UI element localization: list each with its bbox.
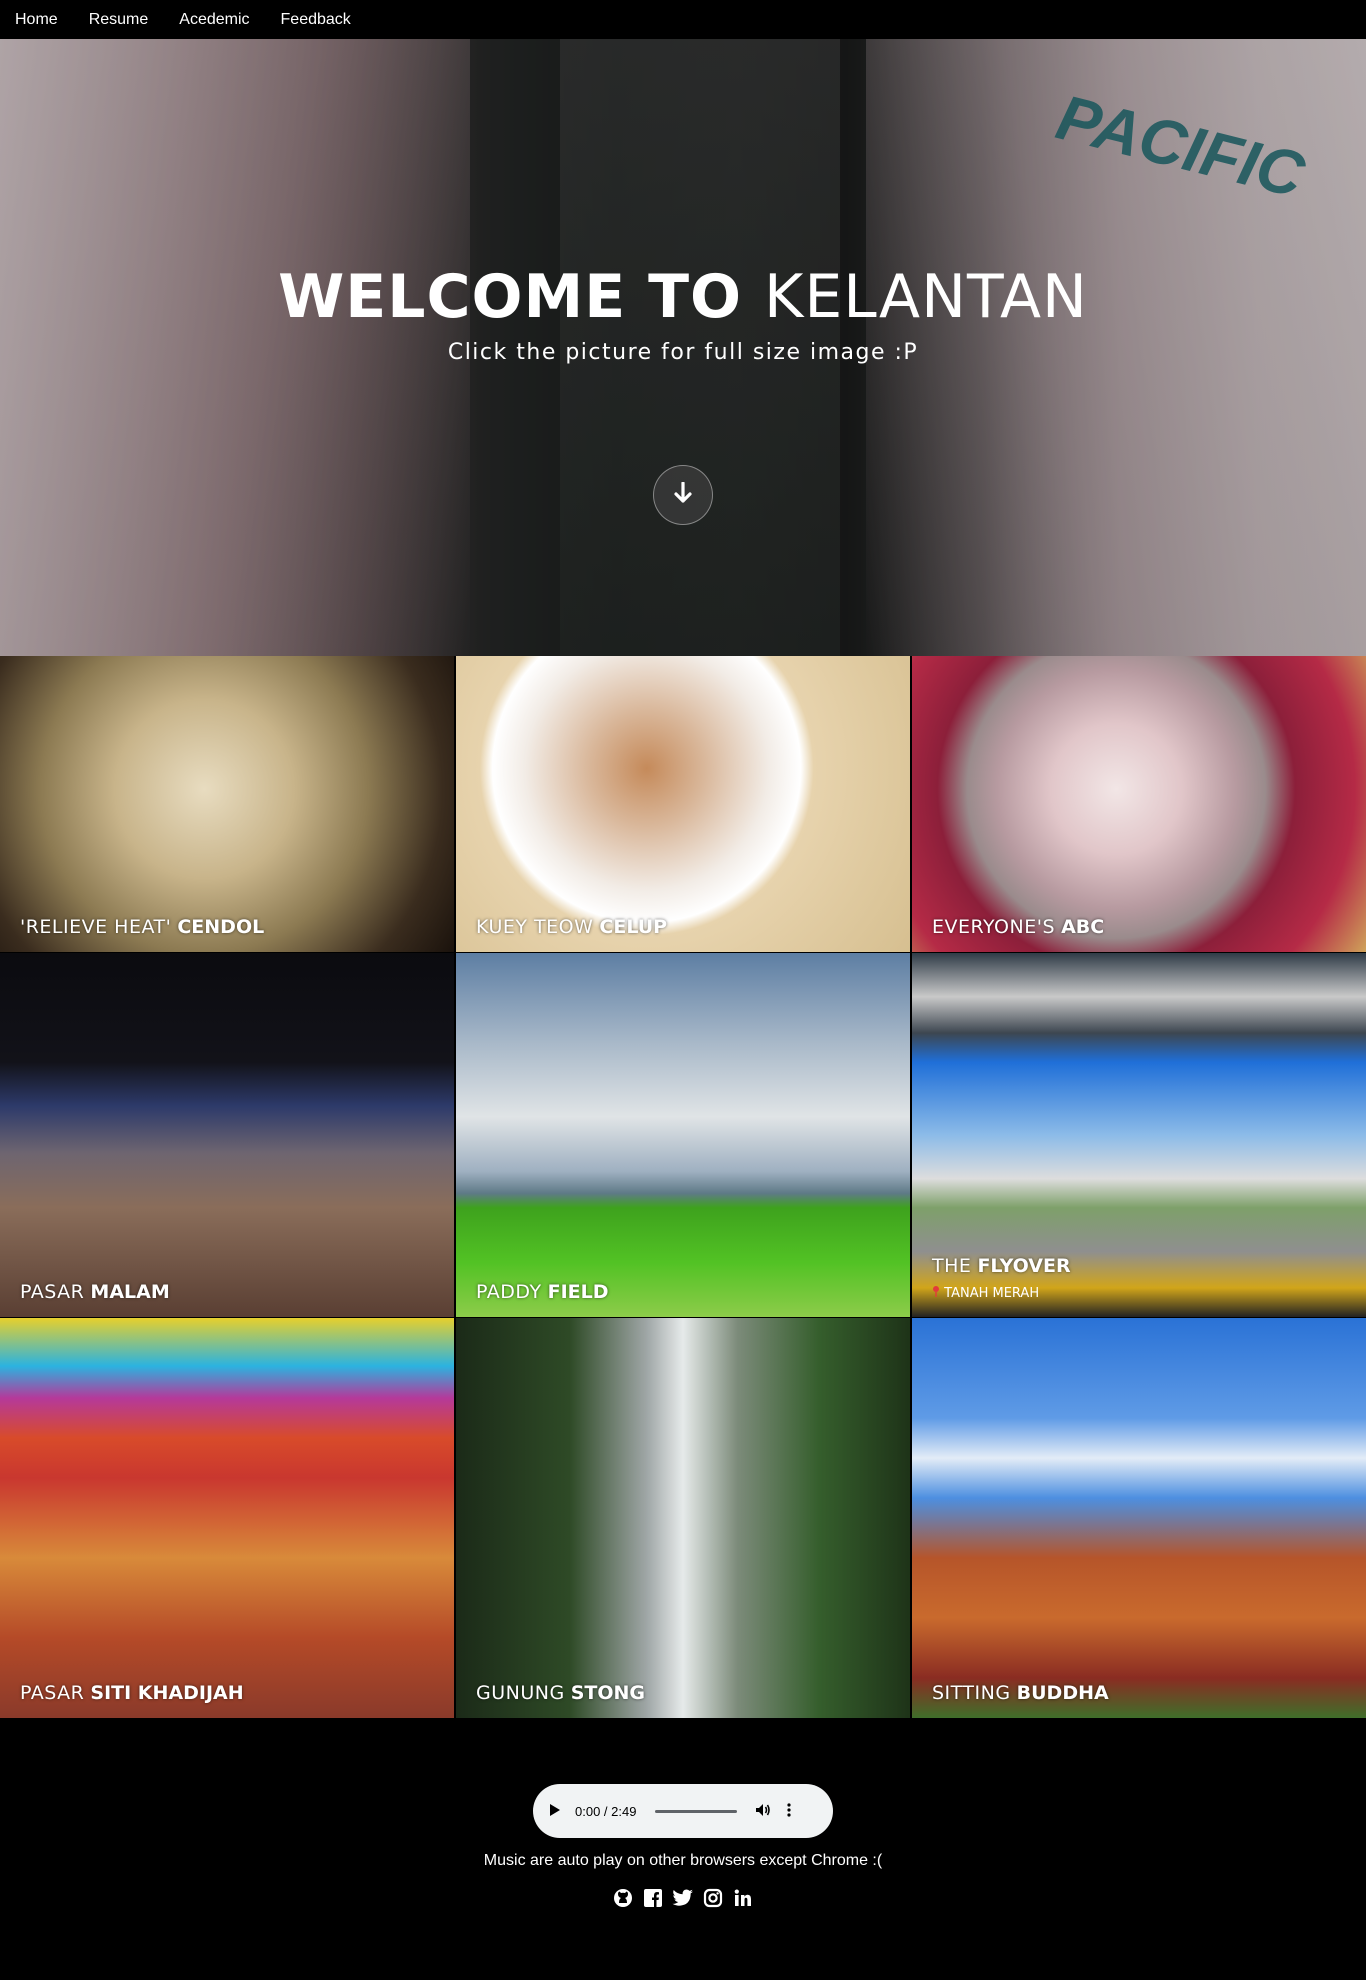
- volume-icon[interactable]: [755, 1803, 771, 1820]
- tile-caption: KUEY TEOW CELUP: [476, 916, 667, 938]
- tile-caption: THE FLYOVER: [932, 1255, 1071, 1277]
- audio-progress-track[interactable]: [655, 1809, 737, 1813]
- caption-light: PASAR: [20, 1281, 85, 1303]
- caption-light: EVERYONE'S: [932, 916, 1056, 938]
- gallery-tile-abc[interactable]: EVERYONE'S ABC: [912, 656, 1366, 952]
- gallery-tile-pasar-malam[interactable]: PASAR MALAM: [0, 953, 454, 1317]
- tile-caption: 'RELIEVE HEAT' CENDOL: [20, 916, 264, 938]
- location-label: TANAH MERAH: [944, 1286, 1040, 1301]
- page-footer: 0:00 / 2:49 Music are auto play on other…: [0, 1718, 1366, 1980]
- caption-strong: ABC: [1061, 916, 1105, 938]
- more-options-icon[interactable]: [787, 1802, 791, 1820]
- instagram-icon[interactable]: [701, 1886, 725, 1910]
- tile-caption: SITTING BUDDHA: [932, 1682, 1109, 1704]
- top-nav: Home Resume Acedemic Feedback: [0, 0, 1366, 39]
- caption-strong: BUDDHA: [1016, 1682, 1109, 1704]
- play-icon[interactable]: [549, 1803, 561, 1820]
- gallery-tile-kuey-teow[interactable]: KUEY TEOW CELUP: [456, 656, 910, 952]
- caption-light: THE: [932, 1255, 972, 1277]
- hero-title-thin: KELANTAN: [763, 262, 1088, 332]
- github-icon[interactable]: [611, 1886, 635, 1910]
- scroll-down-button[interactable]: [653, 465, 713, 525]
- caption-strong: STONG: [570, 1682, 646, 1704]
- caption-strong: CELUP: [599, 916, 668, 938]
- caption-strong: MALAM: [90, 1281, 170, 1303]
- tile-caption: PASAR MALAM: [20, 1281, 170, 1303]
- hero-title: WELCOME TO KELANTAN: [0, 262, 1366, 332]
- tile-caption: PASAR SITI KHADIJAH: [20, 1682, 244, 1704]
- audio-time: 0:00 / 2:49: [575, 1803, 637, 1819]
- caption-light: GUNUNG: [476, 1682, 565, 1704]
- facebook-icon[interactable]: [641, 1886, 665, 1910]
- nav-feedback-link[interactable]: Feedback: [281, 11, 351, 29]
- audio-player[interactable]: 0:00 / 2:49: [533, 1784, 833, 1838]
- arrow-down-icon: [674, 481, 692, 508]
- hero-title-bold: WELCOME TO: [278, 262, 743, 332]
- gallery-tile-sitting-buddha[interactable]: SITTING BUDDHA: [912, 1318, 1366, 1718]
- nav-academic-link[interactable]: Acedemic: [179, 11, 249, 29]
- caption-light: PASAR: [20, 1682, 85, 1704]
- caption-strong: CENDOL: [177, 916, 265, 938]
- tile-caption: EVERYONE'S ABC: [932, 916, 1104, 938]
- caption-light: PADDY: [476, 1281, 542, 1303]
- caption-light: 'RELIEVE HEAT': [20, 916, 172, 938]
- caption-strong: SITI KHADIJAH: [90, 1682, 244, 1704]
- map-pin-icon: [932, 1286, 940, 1301]
- gallery-tile-cendol[interactable]: 'RELIEVE HEAT' CENDOL: [0, 656, 454, 952]
- linkedin-icon[interactable]: [731, 1886, 755, 1910]
- social-links: [0, 1886, 1366, 1910]
- caption-strong: FIELD: [547, 1281, 609, 1303]
- tile-caption: GUNUNG STONG: [476, 1682, 645, 1704]
- twitter-icon[interactable]: [671, 1886, 695, 1910]
- gallery-tile-siti-khadijah[interactable]: PASAR SITI KHADIJAH: [0, 1318, 454, 1718]
- gallery-tile-flyover[interactable]: THE FLYOVER TANAH MERAH: [912, 953, 1366, 1317]
- hero-banner[interactable]: PACIFIC WELCOME TO KELANTAN Click the pi…: [0, 39, 1366, 656]
- caption-light: KUEY TEOW: [476, 916, 594, 938]
- caption-light: SITTING: [932, 1682, 1011, 1704]
- caption-strong: FLYOVER: [977, 1255, 1071, 1277]
- hero-subtitle: Click the picture for full size image :P: [447, 340, 919, 365]
- nav-resume-link[interactable]: Resume: [89, 11, 149, 29]
- gallery-tile-gunung-stong[interactable]: GUNUNG STONG: [456, 1318, 910, 1718]
- nav-home-link[interactable]: Home: [15, 11, 58, 29]
- tile-caption: PADDY FIELD: [476, 1281, 609, 1303]
- tile-location: TANAH MERAH: [932, 1285, 1039, 1301]
- autoplay-note: Music are auto play on other browsers ex…: [483, 1852, 883, 1869]
- gallery-tile-paddy-field[interactable]: PADDY FIELD: [456, 953, 910, 1317]
